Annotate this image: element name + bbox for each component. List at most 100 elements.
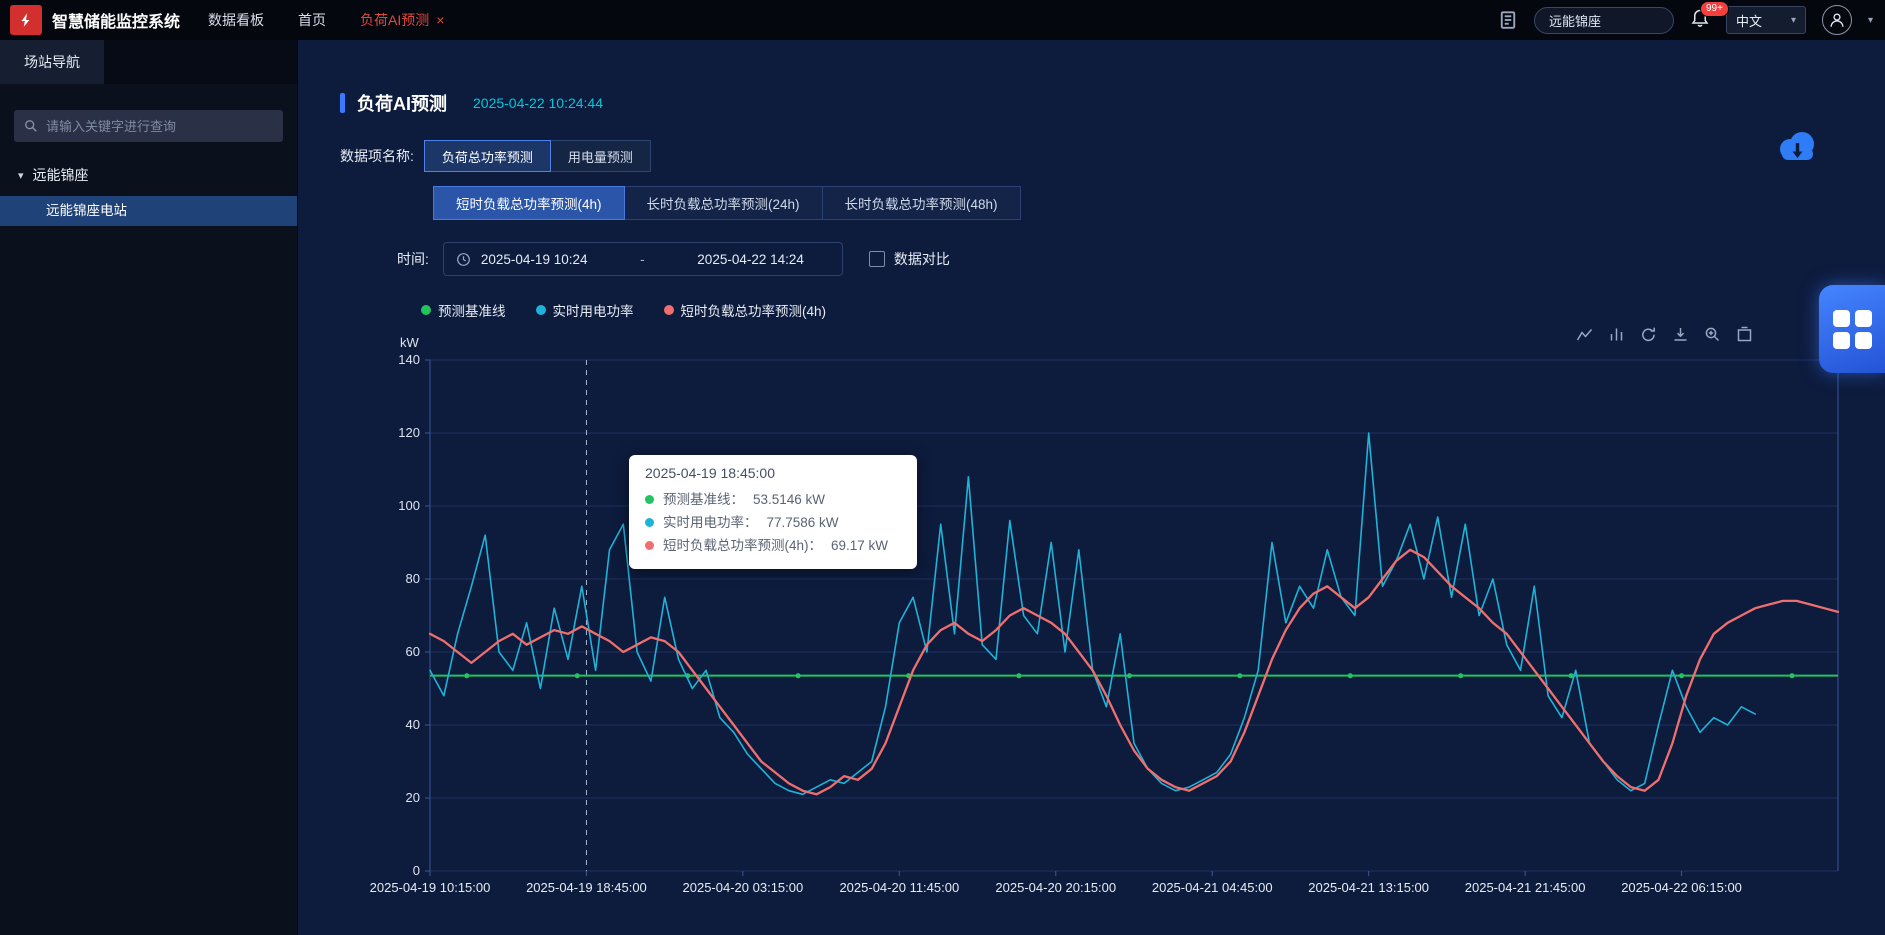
notification-badge: 99+ <box>1700 1 1729 17</box>
tooltip-baseline-value: 53.5146 kW <box>753 488 825 511</box>
zoom-icon[interactable] <box>1704 326 1721 343</box>
sidebar: 场站导航 ▾ 远能锦座 远能锦座电站 <box>0 40 298 935</box>
forecast-dot-icon <box>645 541 654 550</box>
avatar[interactable] <box>1822 5 1852 35</box>
cloud-download-icon <box>1773 128 1821 170</box>
actual-dot-icon <box>645 518 654 527</box>
forecast-tabs-row: 短时负载总功率预测(4h) 长时负载总功率预测(24h) 长时负载总功率预测(4… <box>433 186 1885 220</box>
tree-node-site[interactable]: ▾ 远能锦座 <box>0 160 297 190</box>
nav-item-dashboard[interactable]: 数据看板 <box>208 10 264 30</box>
title-accent-bar <box>340 93 345 113</box>
topbar-right: 远能锦座 99+ 中文 ▾ ▾ <box>1498 0 1873 40</box>
svg-text:2025-04-21 21:45:00: 2025-04-21 21:45:00 <box>1465 880 1586 895</box>
search-icon <box>24 119 38 133</box>
line-chart-icon[interactable] <box>1576 326 1593 343</box>
chevron-down-icon: ▾ <box>1791 15 1796 26</box>
tooltip-forecast-value: 69.17 kW <box>831 534 888 557</box>
item-button-energy-forecast[interactable]: 用电量预测 <box>550 140 651 172</box>
baseline-dot-icon <box>645 495 654 504</box>
chart-toolbox <box>1576 326 1753 343</box>
time-separator: - <box>587 252 697 267</box>
chart-canvas[interactable]: 020406080100120140kW2025-04-19 10:15:002… <box>368 334 1843 892</box>
svg-text:40: 40 <box>406 717 420 732</box>
svg-text:20: 20 <box>406 790 420 805</box>
current-timestamp: 2025-04-22 10:24:44 <box>473 95 603 111</box>
download-icon[interactable] <box>1672 326 1689 343</box>
clock-icon <box>456 252 471 267</box>
apps-grid-icon <box>1833 310 1872 349</box>
tree-expand-icon[interactable]: ▾ <box>18 169 24 182</box>
data-compare-checkbox[interactable] <box>869 251 885 267</box>
time-label: 时间: <box>397 249 429 269</box>
logo-bolt-icon <box>17 11 35 29</box>
svg-text:2025-04-21 04:45:00: 2025-04-21 04:45:00 <box>1152 880 1273 895</box>
close-icon[interactable]: × <box>436 12 444 28</box>
notifications-button[interactable]: 99+ <box>1690 8 1710 33</box>
chart-legend: 预测基准线 实时用电功率 短时负载总功率预测(4h) <box>421 300 1885 320</box>
frame-reset-icon[interactable] <box>1736 326 1753 343</box>
page-title: 负荷AI预测 <box>357 90 447 116</box>
svg-text:2025-04-19 18:45:00: 2025-04-19 18:45:00 <box>526 880 647 895</box>
load-forecast-chart[interactable]: 020406080100120140kW2025-04-19 10:15:002… <box>368 334 1843 892</box>
tooltip-row-baseline: 预测基准线： 53.5146 kW <box>645 488 901 511</box>
item-button-load-power-forecast[interactable]: 负荷总功率预测 <box>424 140 551 172</box>
tab-long-term-24h[interactable]: 长时负载总功率预测(24h) <box>624 186 823 220</box>
time-end-value[interactable]: 2025-04-22 14:24 <box>697 252 804 267</box>
chart-tooltip: 2025-04-19 18:45:00 预测基准线： 53.5146 kW 实时… <box>629 455 917 569</box>
refresh-icon[interactable] <box>1640 326 1657 343</box>
svg-text:2025-04-20 20:15:00: 2025-04-20 20:15:00 <box>995 880 1116 895</box>
data-item-label: 数据项名称: <box>340 146 414 166</box>
data-compare-label: 数据对比 <box>894 249 950 269</box>
tooltip-baseline-label: 预测基准线： <box>663 488 744 511</box>
time-start-value[interactable]: 2025-04-19 10:24 <box>481 252 588 267</box>
data-compare-toggle[interactable]: 数据对比 <box>869 249 950 269</box>
user-menu-caret-icon[interactable]: ▾ <box>1868 15 1873 26</box>
tree-node-station-selected[interactable]: 远能锦座电站 <box>0 196 297 226</box>
nav-tab-load-ai-forecast[interactable]: 负荷AI预测 × <box>360 10 444 30</box>
logo[interactable] <box>10 5 42 35</box>
svg-text:120: 120 <box>398 425 420 440</box>
app-title: 智慧储能监控系统 <box>52 8 180 32</box>
tree-node-site-label: 远能锦座 <box>33 165 89 185</box>
svg-text:140: 140 <box>398 352 420 367</box>
export-download-button[interactable] <box>1773 128 1821 175</box>
site-select[interactable]: 远能锦座 <box>1534 7 1674 34</box>
actual-dot-icon <box>536 305 546 315</box>
tooltip-actual-label: 实时用电功率： <box>663 511 758 534</box>
legend-baseline-label: 预测基准线 <box>438 300 506 320</box>
legend-forecast-label: 短时负载总功率预测(4h) <box>681 300 827 320</box>
main-content: 负荷AI预测 2025-04-22 10:24:44 数据项名称: 负荷总功率预… <box>298 40 1885 935</box>
tooltip-timestamp: 2025-04-19 18:45:00 <box>645 465 901 481</box>
svg-text:100: 100 <box>398 498 420 513</box>
tooltip-actual-value: 77.7586 kW <box>767 511 839 534</box>
svg-text:0: 0 <box>413 863 420 878</box>
station-tree: ▾ 远能锦座 远能锦座电站 <box>0 160 297 226</box>
bar-chart-icon[interactable] <box>1608 326 1625 343</box>
legend-item-baseline[interactable]: 预测基准线 <box>421 300 506 320</box>
legend-item-forecast[interactable]: 短时负载总功率预测(4h) <box>664 300 827 320</box>
tooltip-forecast-label: 短时负载总功率预测(4h)： <box>663 534 822 557</box>
user-icon <box>1828 11 1846 29</box>
apps-fab-button[interactable] <box>1819 285 1885 373</box>
legend-item-actual[interactable]: 实时用电功率 <box>536 300 634 320</box>
svg-text:2025-04-20 11:45:00: 2025-04-20 11:45:00 <box>839 880 959 895</box>
sidebar-header: 场站导航 <box>0 40 297 84</box>
station-search-input[interactable] <box>46 119 273 134</box>
svg-text:2025-04-22 06:15:00: 2025-04-22 06:15:00 <box>1621 880 1742 895</box>
site-select-value: 远能锦座 <box>1549 11 1601 30</box>
app-window: 智慧储能监控系统 数据看板 首页 负荷AI预测 × 远能锦座 99+ 中文 ▾ <box>0 0 1885 935</box>
nav-item-home[interactable]: 首页 <box>298 10 326 30</box>
sidebar-tab-station-nav[interactable]: 场站导航 <box>0 40 104 84</box>
tab-long-term-48h[interactable]: 长时负载总功率预测(48h) <box>822 186 1021 220</box>
document-icon[interactable] <box>1498 10 1518 30</box>
svg-text:kW: kW <box>400 335 420 350</box>
tab-short-term-4h[interactable]: 短时负载总功率预测(4h) <box>433 186 625 220</box>
language-select[interactable]: 中文 ▾ <box>1726 6 1806 34</box>
tooltip-row-actual: 实时用电功率： 77.7586 kW <box>645 511 901 534</box>
forecast-dot-icon <box>664 305 674 315</box>
nav-tab-label: 负荷AI预测 <box>360 10 429 30</box>
svg-text:2025-04-19 10:15:00: 2025-04-19 10:15:00 <box>370 880 491 895</box>
data-item-row: 数据项名称: 负荷总功率预测 用电量预测 <box>340 140 1885 172</box>
time-range-picker[interactable]: 2025-04-19 10:24 - 2025-04-22 14:24 <box>443 242 843 276</box>
svg-text:2025-04-21 13:15:00: 2025-04-21 13:15:00 <box>1308 880 1429 895</box>
